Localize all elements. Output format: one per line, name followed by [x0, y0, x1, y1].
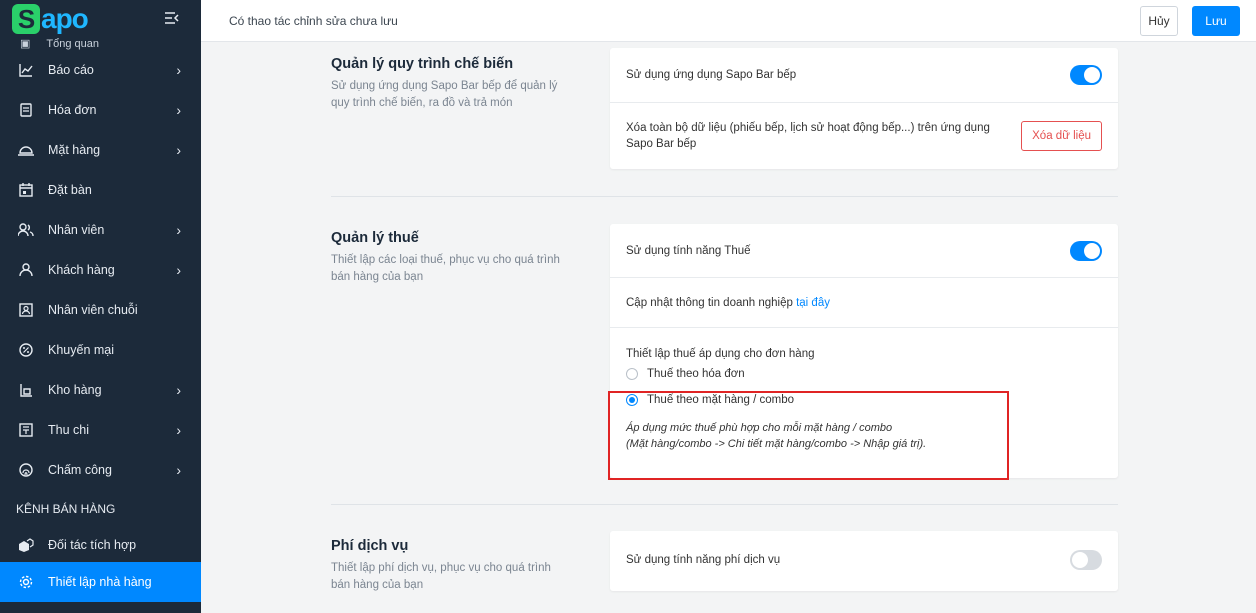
sapo-logo[interactable]: Sapo — [12, 3, 89, 35]
save-button[interactable]: Lưu — [1192, 5, 1240, 36]
service-fee-card: Sử dụng tính năng phí dịch vụ — [610, 531, 1118, 591]
chevron-right-icon: › — [176, 142, 181, 158]
top-bar: Có thao tác chỉnh sửa chưa lưu Hủy Lưu — [201, 0, 1256, 42]
sidebar-item-attendance[interactable]: Chấm công › — [0, 450, 201, 490]
discount-icon — [18, 342, 34, 358]
section-info: Quản lý quy trình chế biến Sử dụng ứng d… — [331, 56, 561, 112]
tax-toggle-row: Sử dụng tính năng Thuế — [610, 224, 1118, 277]
sidebar: Sapo ▣ Tổng quan Báo cáo › Hóa đơn › Mặt… — [0, 0, 201, 613]
chevron-right-icon: › — [176, 222, 181, 238]
users-icon — [18, 222, 34, 238]
section-info: Quản lý thuế Thiết lập các loại thuế, ph… — [331, 230, 561, 286]
section-divider — [331, 504, 1118, 505]
chart-line-icon — [18, 62, 34, 78]
chevron-right-icon: › — [176, 62, 181, 78]
collapse-menu-icon[interactable] — [165, 11, 179, 27]
service-fee-toggle[interactable] — [1070, 550, 1102, 570]
delete-data-button[interactable]: Xóa dữ liệu — [1021, 121, 1102, 151]
service-fee-section: Phí dịch vụ Thiết lập phí dịch vụ, phục … — [331, 531, 1118, 613]
sidebar-item-chain-staff[interactable]: Nhân viên chuỗi — [0, 290, 201, 330]
sidebar-item-invoices[interactable]: Hóa đơn › — [0, 90, 201, 130]
radio-tax-by-invoice[interactable]: Thuế theo hóa đơn — [626, 368, 1102, 380]
sidebar-item-integration-partners[interactable]: Đối tác tích hợp — [0, 528, 201, 562]
sidebar-item-staff[interactable]: Nhân viên › — [0, 210, 201, 250]
sapo-bar-kitchen-toggle[interactable] — [1070, 65, 1102, 85]
home-icon: ▣ — [20, 38, 31, 50]
chevron-right-icon: › — [176, 102, 181, 118]
business-info-row: Cập nhật thông tin doanh nghiệp tại đây — [610, 277, 1118, 327]
toggle-label: Sử dụng tính năng Thuế — [626, 244, 751, 257]
sidebar-item-cashflow[interactable]: Thu chi › — [0, 410, 201, 450]
kitchen-card: Sử dụng ứng dụng Sapo Bar bếp Xóa toàn b… — [610, 48, 1118, 169]
sidebar-header: Sapo — [0, 0, 201, 38]
section-title: Phí dịch vụ — [331, 538, 409, 554]
gear-icon — [18, 574, 34, 590]
sidebar-item-restaurant-settings[interactable]: Thiết lập nhà hàng — [0, 562, 201, 602]
section-info: Phí dịch vụ Thiết lập phí dịch vụ, phục … — [331, 538, 561, 594]
section-title: Quản lý quy trình chế biến — [331, 56, 514, 72]
section-description: Thiết lập các loại thuế, phục vụ cho quá… — [331, 254, 560, 283]
receipt-icon — [18, 102, 34, 118]
settings-content: Quản lý quy trình chế biến Sử dụng ứng d… — [201, 42, 1256, 613]
update-business-link[interactable]: tại đây — [796, 297, 830, 309]
sidebar-item-products[interactable]: Mặt hàng › — [0, 130, 201, 170]
boxes-icon — [18, 537, 34, 553]
kitchen-process-section: Quản lý quy trình chế biến Sử dụng ứng d… — [331, 48, 1118, 196]
fingerprint-icon — [18, 462, 34, 478]
sidebar-item-promotions[interactable]: Khuyến mại — [0, 330, 201, 370]
highlight-box — [608, 391, 1009, 480]
sales-channel-heading: KÊNH BÁN HÀNG — [16, 502, 116, 516]
toggle-label: Sử dụng tính năng phí dịch vụ — [626, 554, 781, 566]
sidebar-item-label: Tổng quan — [46, 38, 100, 50]
id-badge-icon — [18, 302, 34, 318]
chevron-right-icon: › — [176, 382, 181, 398]
toggle-label: Sử dụng ứng dụng Sapo Bar bếp — [626, 69, 797, 81]
section-divider — [331, 196, 1118, 197]
delete-description: Xóa toàn bộ dữ liệu (phiếu bếp, lịch sử … — [626, 122, 990, 150]
sidebar-item-reports[interactable]: Báo cáo › — [0, 50, 201, 90]
sidebar-item-warehouse[interactable]: Kho hàng › — [0, 370, 201, 410]
kitchen-toggle-row: Sử dụng ứng dụng Sapo Bar bếp — [610, 48, 1118, 102]
sidebar-item-overview[interactable]: ▣ Tổng quan — [0, 38, 201, 50]
tax-apply-label: Thiết lập thuế áp dụng cho đơn hàng — [626, 348, 815, 360]
section-description: Thiết lập phí dịch vụ, phục vụ cho quá t… — [331, 562, 551, 591]
service-fee-toggle-row: Sử dụng tính năng phí dịch vụ — [610, 531, 1118, 589]
cancel-button[interactable]: Hủy — [1140, 5, 1178, 36]
update-business-text: Cập nhật thông tin doanh nghiệp — [626, 296, 793, 309]
sidebar-item-customers[interactable]: Khách hàng › — [0, 250, 201, 290]
sidebar-item-reservations[interactable]: Đặt bàn — [0, 170, 201, 210]
user-icon — [18, 262, 34, 278]
cloche-icon — [18, 142, 34, 158]
section-description: Sử dụng ứng dụng Sapo Bar bếp để quản lý… — [331, 80, 558, 109]
section-title: Quản lý thuế — [331, 230, 419, 246]
calendar-icon — [18, 182, 34, 198]
radio-unchecked — [626, 368, 638, 380]
unsaved-changes-message: Có thao tác chỉnh sửa chưa lưu — [229, 13, 398, 28]
chevron-right-icon: › — [176, 462, 181, 478]
warehouse-icon — [18, 382, 34, 398]
top-actions: Hủy Lưu — [1140, 5, 1240, 36]
cash-icon — [18, 422, 34, 438]
kitchen-delete-row: Xóa toàn bộ dữ liệu (phiếu bếp, lịch sử … — [610, 102, 1118, 169]
tax-feature-toggle[interactable] — [1070, 240, 1102, 261]
chevron-right-icon: › — [176, 422, 181, 438]
chevron-right-icon: › — [176, 262, 181, 278]
